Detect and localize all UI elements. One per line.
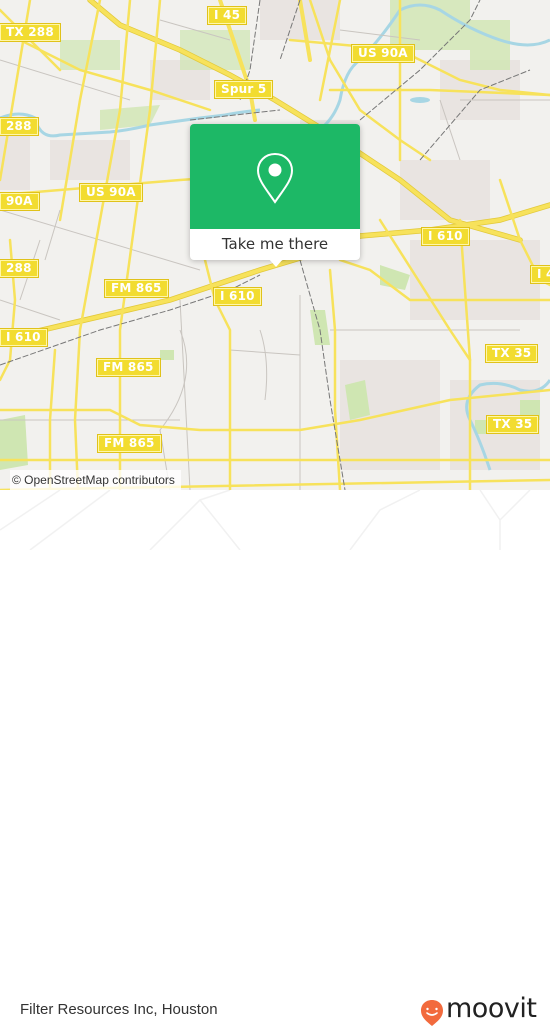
popup-header: [190, 124, 360, 229]
road-shield-us90a: US 90A: [351, 44, 415, 63]
road-shield-spur5: Spur 5: [213, 80, 274, 99]
road-shield-us90a: US 90A: [79, 183, 143, 202]
popup-pointer: [268, 258, 284, 267]
take-me-there-button[interactable]: Take me there: [190, 229, 360, 260]
road-shield-fm865: FM 865: [96, 358, 161, 377]
footer-background-pattern: [0, 490, 531, 550]
ponds: [410, 97, 430, 103]
road-shield-tx288: 288: [0, 117, 39, 136]
road-shield-tx288: 288: [0, 259, 39, 278]
road-shield-us90a: 90A: [0, 192, 40, 211]
road-shield-i45: I 45: [529, 265, 550, 284]
road-shield-fm865: FM 865: [104, 279, 169, 298]
moovit-wordmark: moovit: [446, 993, 537, 1024]
location-pin-icon: [256, 152, 294, 204]
road-shield-fm865: FM 865: [97, 434, 162, 453]
road-shield-tx35: TX 35: [484, 344, 539, 363]
map-view[interactable]: TX 288 I 45 Spur 5 US 90A 288 US 90A 90A…: [0, 0, 550, 490]
place-name: Filter Resources Inc, Houston: [20, 1001, 218, 1018]
road-shield-tx35: TX 35: [485, 415, 540, 434]
location-popup: Take me there: [190, 124, 360, 267]
road-shield-i610: I 610: [0, 328, 48, 347]
footer-bar: Filter Resources Inc, Houston moovit: [0, 490, 550, 1026]
road-shield-i610: I 610: [421, 227, 470, 246]
road-shield-i610: I 610: [213, 287, 262, 306]
road-shield-tx288: TX 288: [0, 23, 61, 42]
map-attribution[interactable]: © OpenStreetMap contributors: [10, 470, 181, 490]
road-shield-i45: I 45: [206, 6, 248, 25]
moovit-pin-icon: [421, 1000, 443, 1026]
